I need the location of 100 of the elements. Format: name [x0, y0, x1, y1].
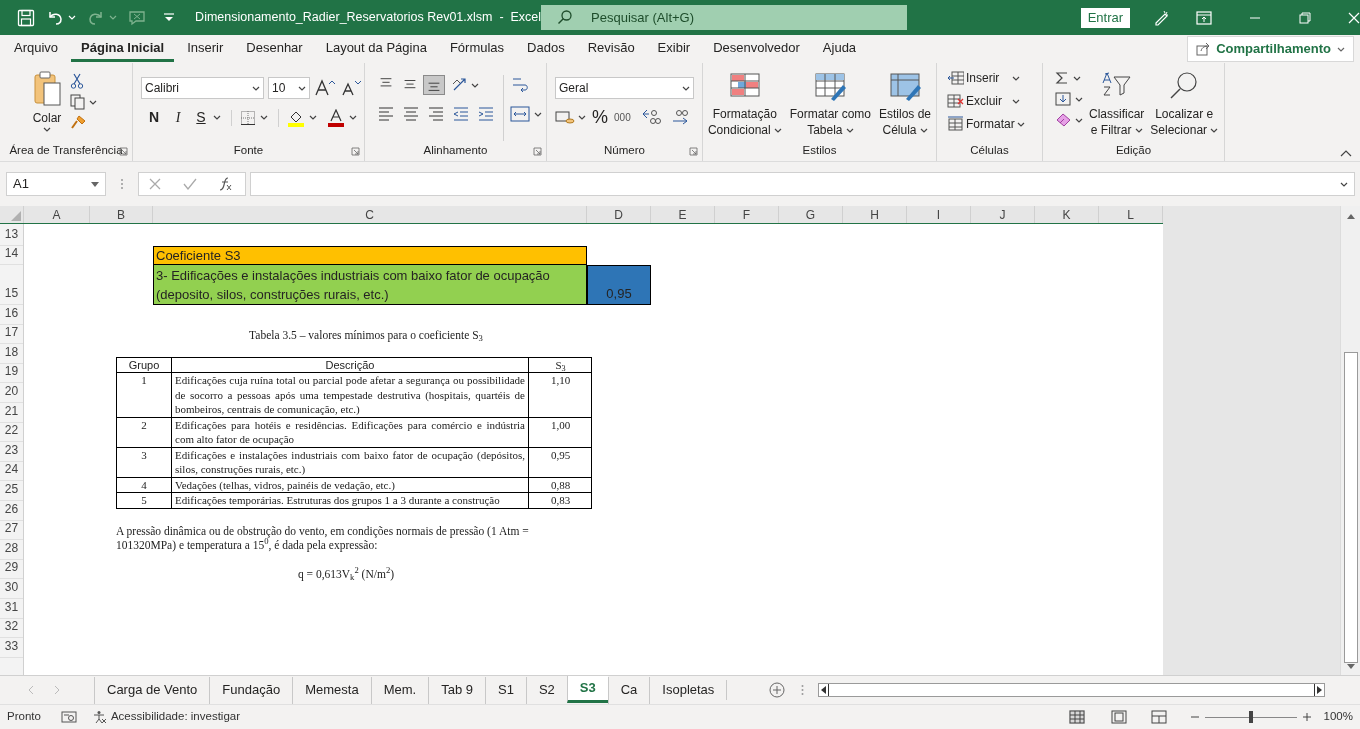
row-header[interactable]: 13 [0, 224, 23, 246]
ribbon-tab[interactable]: Arquivo [4, 36, 69, 62]
column-header[interactable]: K [1035, 206, 1099, 223]
row-header[interactable]: 31 [0, 598, 23, 619]
comma-style-button[interactable]: 000 [614, 109, 631, 125]
column-header[interactable]: B [90, 206, 153, 223]
row-header[interactable]: 19 [0, 363, 23, 384]
zoom-out-icon[interactable] [1190, 713, 1199, 721]
grow-font-icon[interactable] [314, 79, 336, 97]
row-header[interactable]: 14 [0, 246, 23, 265]
sheet-tab[interactable]: Isopletas [649, 676, 727, 704]
font-color-icon[interactable] [327, 108, 345, 127]
row-header[interactable]: 28 [0, 540, 23, 560]
eraser-icon[interactable] [1055, 113, 1071, 127]
ribbon-tab[interactable]: Desenhar [236, 36, 313, 62]
ribbon-tab[interactable]: Revisão [577, 36, 645, 62]
page-layout-icon[interactable] [1110, 710, 1127, 724]
column-header[interactable]: G [779, 206, 843, 223]
row-header[interactable]: 29 [0, 559, 23, 580]
font-size-field[interactable]: 10 [268, 77, 310, 99]
row-header[interactable]: 23 [0, 442, 23, 462]
row-header[interactable]: 15 [0, 265, 23, 305]
wrap-text-icon[interactable] [510, 75, 530, 95]
close-icon[interactable] [1347, 11, 1360, 24]
function-icon[interactable] [219, 177, 233, 191]
row-header[interactable]: 32 [0, 618, 23, 639]
cells-button[interactable]: Formatar [947, 115, 1042, 133]
ribbon-tab[interactable]: Layout da Página [315, 36, 437, 62]
zoom-in-icon[interactable] [1302, 713, 1311, 721]
ribbon-display-icon[interactable] [1196, 10, 1213, 25]
row-header[interactable]: 18 [0, 344, 23, 364]
column-header[interactable]: J [971, 206, 1035, 223]
row-header[interactable]: 26 [0, 500, 23, 521]
accessibility-status[interactable]: Acessibilidade: investigar [110, 708, 240, 726]
copy-icon[interactable] [70, 94, 86, 110]
sheet-tab[interactable]: Tab 9 [428, 676, 485, 704]
percent-button[interactable]: % [592, 108, 608, 126]
column-header[interactable]: F [715, 206, 779, 223]
sheet-tab[interactable]: S3 [566, 675, 608, 703]
decrease-indent-icon[interactable] [452, 105, 470, 123]
sheet-tab[interactable]: S1 [484, 676, 526, 704]
column-header[interactable]: D [587, 206, 651, 223]
scrollbar-thumb[interactable] [1343, 352, 1358, 663]
row-header[interactable]: 20 [0, 383, 23, 403]
row-header[interactable]: 22 [0, 422, 23, 443]
fill-down-icon[interactable] [1055, 92, 1071, 106]
name-box[interactable]: A1 [6, 172, 106, 196]
align-icon[interactable] [423, 75, 445, 95]
increase-decimal-icon[interactable] [640, 108, 663, 126]
dialog-launcher-icon[interactable] [533, 147, 542, 156]
sheet-tab[interactable]: Memesta [292, 676, 371, 704]
column-header[interactable]: I [907, 206, 971, 223]
ribbon-tab[interactable]: Ajuda [812, 36, 867, 62]
sheet-tab[interactable]: Carga de Vento [94, 676, 210, 704]
collapse-ribbon-icon[interactable] [1340, 149, 1352, 157]
sign-in-button[interactable]: Entrar [1081, 7, 1130, 28]
borders-icon[interactable] [240, 109, 256, 126]
page-break-icon[interactable] [1150, 710, 1167, 724]
ribbon-tab[interactable]: Inserir [177, 36, 234, 62]
formula-input[interactable] [250, 172, 1355, 196]
customize-icon[interactable] [162, 12, 175, 23]
format-painter-icon[interactable] [70, 115, 86, 131]
row-header[interactable]: 25 [0, 481, 23, 501]
row-header[interactable]: 17 [0, 324, 23, 345]
normal-view-icon[interactable] [1068, 710, 1085, 724]
row-header[interactable]: 16 [0, 305, 23, 325]
styles-button[interactable]: Estilos de Célula [877, 71, 934, 138]
bold-button[interactable]: N [147, 107, 161, 128]
share-button[interactable]: Compartilhamento [1187, 36, 1354, 62]
search-field[interactable]: Pesquisar (Alt+G) [541, 5, 908, 30]
row-header[interactable]: 24 [0, 461, 23, 482]
save-icon[interactable] [16, 8, 35, 27]
sheet-tab[interactable]: S2 [525, 676, 567, 704]
font-name-field[interactable]: Calibri [141, 77, 264, 99]
paste-button[interactable]: Colar [30, 71, 64, 132]
row-header[interactable]: 30 [0, 579, 23, 599]
sum-icon[interactable] [1055, 71, 1069, 85]
number-format-field[interactable]: Geral [555, 77, 694, 99]
column-header[interactable]: H [843, 206, 907, 223]
shrink-font-icon[interactable] [340, 79, 362, 97]
zoom-slider-thumb[interactable] [1248, 711, 1253, 723]
editing-button[interactable]: Localizar e Selecionar [1150, 71, 1219, 138]
underline-button[interactable]: S [195, 107, 207, 128]
scissors-icon[interactable] [70, 73, 84, 89]
column-header[interactable]: C [153, 206, 587, 223]
scroll-up-icon[interactable] [1345, 212, 1356, 220]
zoom-level[interactable]: 100% [1323, 708, 1353, 726]
horizontal-scrollbar[interactable] [818, 683, 1326, 697]
merge-icon[interactable] [510, 105, 530, 123]
column-header[interactable]: A [24, 206, 90, 223]
currency-icon[interactable] [555, 108, 575, 126]
row-header[interactable]: 27 [0, 520, 23, 541]
restore-icon[interactable] [1298, 11, 1311, 24]
cells-button[interactable]: Excluir [947, 92, 1042, 110]
editing-button[interactable]: Classificar e Filtrar [1089, 71, 1145, 138]
row-header[interactable]: 33 [0, 638, 23, 658]
ribbon-tab[interactable]: Fórmulas [439, 36, 515, 62]
add-sheet-icon[interactable] [769, 682, 786, 698]
dialog-launcher-icon[interactable] [351, 147, 360, 156]
accessibility-icon[interactable] [92, 710, 107, 724]
